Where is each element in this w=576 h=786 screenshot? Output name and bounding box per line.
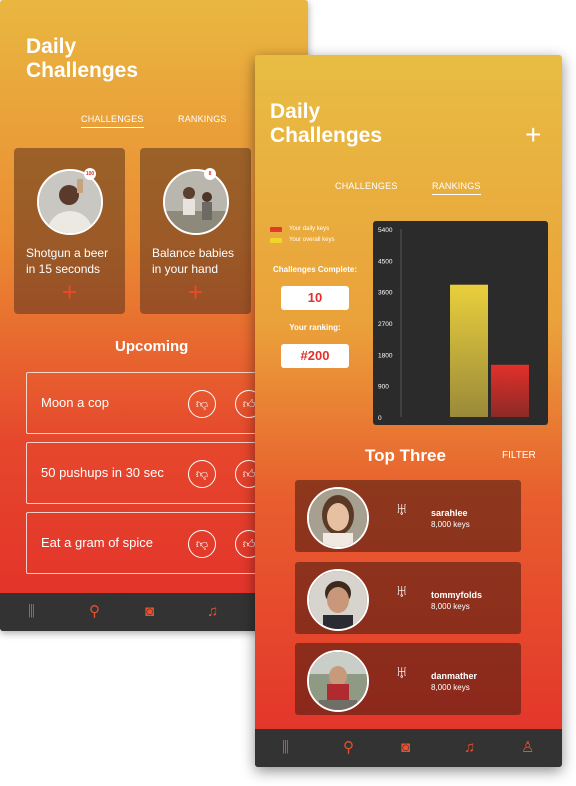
challenge-card[interactable]: 100 Shotgun a beer in 15 seconds + — [14, 148, 125, 314]
challenge-title-line: in your hand — [152, 262, 219, 276]
camera-icon[interactable]: ◙ — [401, 739, 410, 757]
tab-rankings[interactable]: RANKINGS — [432, 181, 481, 195]
user-keys: 8,000 keys — [431, 683, 470, 692]
thumbs-down-icon[interactable]: 👎︎ — [188, 390, 216, 418]
top-three-heading: Top Three — [365, 446, 446, 465]
trophy-icon[interactable]: ⚲ — [343, 739, 354, 757]
bell-icon[interactable]: ♫ — [464, 739, 475, 757]
ranking-value: #200 — [281, 344, 349, 368]
add-icon[interactable]: + — [188, 279, 203, 305]
upcoming-label: 50 pushups in 30 sec — [41, 465, 164, 480]
user-keys: 8,000 keys — [431, 602, 470, 611]
trophy-icon[interactable]: ⚲ — [89, 603, 100, 621]
y-tick-label: 1800 — [378, 352, 393, 359]
title-line-2: Challenges — [270, 124, 383, 147]
trophy-icon: ♅ — [395, 662, 409, 682]
add-challenge-button[interactable]: + — [525, 121, 541, 149]
rankings-screen: Daily Challenges + CHALLENGES RANKINGS Y… — [255, 55, 562, 767]
y-tick-label: 3600 — [378, 290, 393, 297]
legend-swatch-overall — [270, 238, 282, 243]
bell-icon[interactable]: ♫ — [207, 603, 218, 621]
ranking-label: Your ranking: — [289, 323, 341, 332]
challenge-title-line: Shotgun a beer — [26, 246, 109, 260]
title-line-1: Daily — [270, 100, 321, 123]
legend-label: Your overall keys — [289, 237, 335, 243]
challenge-title: Balance babies in your hand — [152, 245, 262, 277]
title-line-1: Daily — [26, 35, 77, 58]
user-name: tommyfolds — [431, 590, 483, 600]
challenges-complete-label: Challenges Complete: — [272, 265, 357, 274]
keys-bar-chart: 0 900 1800 2700 3600 4500 5400 — [373, 221, 548, 425]
y-tick-label: 2700 — [378, 321, 393, 328]
bar-daily-keys — [491, 364, 529, 417]
upcoming-heading: Upcoming — [115, 338, 189, 355]
ranking-row[interactable]: ♅ tommyfolds 8,000 keys — [295, 562, 521, 634]
upcoming-label: Eat a gram of spice — [41, 535, 153, 550]
tab-challenges[interactable]: CHALLENGES — [81, 114, 144, 128]
title-line-2: Challenges — [26, 59, 139, 82]
y-tick-label: 0 — [378, 415, 382, 422]
barrels-icon[interactable]: ⫼ — [28, 603, 35, 621]
challenge-photo — [163, 169, 229, 235]
thumbs-down-icon[interactable]: 👎︎ — [188, 460, 216, 488]
user-name: danmather — [431, 671, 478, 681]
trophy-icon: ♅ — [395, 581, 409, 601]
avatar — [307, 487, 369, 549]
y-tick-label: 4500 — [378, 258, 393, 265]
challenge-title: Shotgun a beer in 15 seconds — [26, 245, 136, 277]
legend-swatch-daily — [270, 227, 282, 232]
ranking-row[interactable]: ♅ danmather 8,000 keys — [295, 643, 521, 715]
add-icon[interactable]: + — [62, 279, 77, 305]
user-keys: 8,000 keys — [431, 520, 470, 529]
profile-icon[interactable]: ♙ — [521, 739, 534, 757]
page-title: Daily Challenges — [26, 35, 138, 83]
tab-rankings[interactable]: RANKINGS — [178, 114, 227, 124]
upcoming-label: Moon a cop — [41, 395, 109, 410]
count-badge: 8 — [204, 168, 216, 180]
y-tick-label: 900 — [378, 384, 389, 391]
thumbs-down-icon[interactable]: 👎︎ — [188, 530, 216, 558]
trophy-icon: ♅ — [395, 499, 409, 519]
camera-icon[interactable]: ◙ — [145, 603, 154, 621]
y-tick-label: 5400 — [378, 227, 393, 234]
user-name: sarahlee — [431, 508, 468, 518]
barrels-icon[interactable]: ⫼ — [282, 739, 289, 757]
count-badge: 100 — [84, 168, 96, 180]
legend-label: Your daily keys — [289, 226, 330, 232]
filter-button[interactable]: FILTER — [502, 450, 536, 461]
challenge-title-line: in 15 seconds — [26, 262, 101, 276]
challenge-title-line: Balance babies — [152, 246, 235, 260]
bar-overall-keys — [450, 284, 488, 417]
avatar — [307, 650, 369, 712]
challenge-card[interactable]: 8 Balance babies in your hand + — [140, 148, 251, 314]
avatar — [307, 569, 369, 631]
challenges-complete-value: 10 — [281, 286, 349, 310]
bottom-tab-bar: ⫼ ⚲ ◙ ♫ ♙ — [255, 729, 562, 767]
page-title: Daily Challenges — [270, 100, 382, 148]
ranking-row[interactable]: ♅ sarahlee 8,000 keys — [295, 480, 521, 552]
tab-challenges[interactable]: CHALLENGES — [335, 181, 398, 191]
